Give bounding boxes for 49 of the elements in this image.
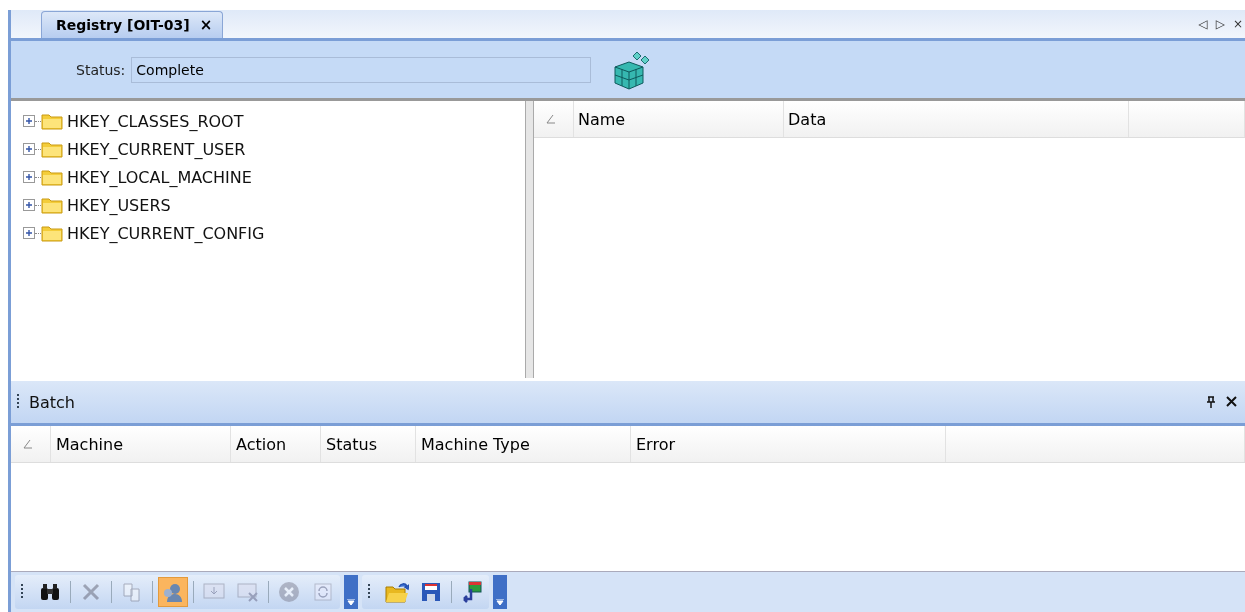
sort-icon [23,439,33,449]
caret-icon [496,599,504,605]
tree-item[interactable]: HKEY_LOCAL_MACHINE [67,167,252,187]
refresh-icon [313,582,333,602]
expand-icon[interactable] [23,227,35,239]
delete-icon [81,582,101,602]
user-icon [162,581,184,603]
column-header[interactable]: Status [321,426,416,462]
document-tab[interactable]: Registry [OIT-03] × [41,11,224,38]
expand-icon[interactable] [23,171,35,183]
close-icon[interactable] [1226,396,1237,407]
folder-icon [41,224,63,242]
column-header[interactable]: Data [784,101,1129,137]
column-header[interactable]: Machine [51,426,231,462]
tree-item[interactable]: HKEY_USERS [67,195,171,215]
pin-icon[interactable] [1206,396,1216,408]
sort-icon [546,114,556,124]
panel-title: Batch [29,392,75,412]
copy-icon [122,582,142,602]
column-header[interactable]: Machine Type [416,426,631,462]
status-field[interactable]: Complete [131,56,592,83]
tab-nav-button[interactable]: ▷ [1215,17,1225,31]
column-header[interactable]: Name [574,101,784,137]
folder-icon [385,581,409,603]
binoculars-icon [40,583,60,601]
folder-icon [41,168,63,186]
toolbar-overflow-button[interactable] [344,575,358,609]
tree-item[interactable]: HKEY_CURRENT_CONFIG [67,223,265,243]
expand-icon[interactable] [23,143,35,155]
tree-item[interactable]: HKEY_CURRENT_USER [67,139,246,159]
expand-icon[interactable] [23,115,35,127]
tree-item[interactable]: HKEY_CLASSES_ROOT [67,111,244,131]
tab-nav-button[interactable]: ◁ [1198,17,1208,31]
stop-icon [278,581,300,603]
export-icon [461,581,483,603]
column-header[interactable]: Action [231,426,321,462]
caret-icon [347,599,355,605]
status-label: Status: [76,61,126,78]
monitor-icon [203,582,225,602]
tab-nav-button[interactable]: × [1232,17,1243,31]
toolbar-overflow-button[interactable] [493,575,507,609]
folder-icon [41,196,63,214]
save-icon [421,582,441,602]
folder-icon [41,112,63,130]
folder-icon [41,140,63,158]
monitor-icon [237,582,259,602]
column-header[interactable]: Error [631,426,946,462]
expand-icon[interactable] [23,199,35,211]
close-button[interactable]: × [199,16,213,34]
